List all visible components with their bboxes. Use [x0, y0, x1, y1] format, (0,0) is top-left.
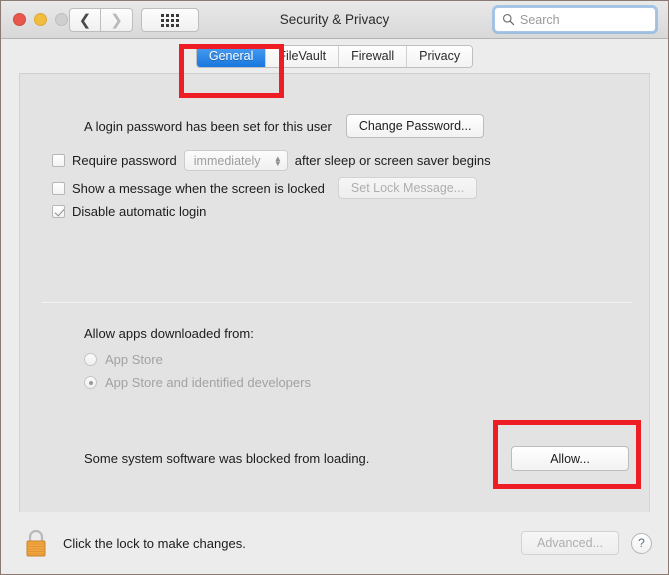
- allow-button[interactable]: Allow...: [511, 446, 629, 471]
- disable-automatic-login-checkbox[interactable]: [52, 205, 65, 218]
- blocked-software-message: Some system software was blocked from lo…: [84, 451, 370, 466]
- preference-tab-bar: General FileVault Firewall Privacy: [1, 39, 668, 73]
- bottom-bar-actions: Advanced... ?: [521, 531, 652, 555]
- allow-apps-title: Allow apps downloaded from:: [84, 326, 254, 341]
- help-button[interactable]: ?: [631, 532, 652, 554]
- tab-filevault[interactable]: FileVault: [266, 45, 340, 67]
- chevron-updown-icon: ▲ ▼: [273, 153, 282, 168]
- require-password-delay-value: immediately: [193, 153, 261, 168]
- general-pane: A login password has been set for this u…: [19, 73, 650, 513]
- section-divider: [42, 302, 632, 303]
- require-password-checkbox[interactable]: [52, 154, 65, 167]
- search-icon: [502, 13, 515, 26]
- tab-firewall[interactable]: Firewall: [339, 45, 408, 67]
- advanced-button: Advanced...: [521, 531, 619, 555]
- require-password-suffix-label: after sleep or screen saver begins: [294, 153, 491, 168]
- lock-hint-text: Click the lock to make changes.: [63, 535, 246, 551]
- locked-padlock-icon[interactable]: [23, 528, 49, 558]
- app-store-identified-developers-radio: [84, 376, 97, 389]
- require-password-delay-popup[interactable]: immediately ▲ ▼: [183, 150, 288, 171]
- app-store-label: App Store: [105, 352, 163, 367]
- security-privacy-window: ❮ ❯ Security & Privacy General FileVault…: [0, 0, 669, 575]
- lock-message-row: Show a message when the screen is locked…: [52, 177, 478, 199]
- login-password-row: A login password has been set for this u…: [84, 114, 485, 138]
- allow-apps-option-identified: App Store and identified developers: [84, 375, 311, 390]
- tab-group: General FileVault Firewall Privacy: [195, 44, 474, 68]
- require-password-label: Require password: [72, 153, 177, 168]
- allow-apps-option-appstore: App Store: [84, 352, 163, 367]
- disable-automatic-login-label: Disable automatic login: [72, 204, 207, 219]
- login-password-status: A login password has been set for this u…: [84, 118, 332, 134]
- show-lock-message-checkbox[interactable]: [52, 181, 65, 195]
- app-store-identified-developers-label: App Store and identified developers: [105, 375, 311, 390]
- blocked-software-row: Some system software was blocked from lo…: [84, 446, 629, 471]
- window-bottom-bar: Click the lock to make changes. Advanced…: [1, 512, 668, 574]
- show-lock-message-label: Show a message when the screen is locked: [72, 180, 325, 196]
- tab-general[interactable]: General: [196, 45, 267, 67]
- app-store-radio: [84, 353, 97, 366]
- search-input[interactable]: [520, 12, 645, 27]
- change-password-button[interactable]: Change Password...: [345, 114, 485, 138]
- tab-privacy[interactable]: Privacy: [407, 45, 473, 67]
- disable-auto-login-row: Disable automatic login: [52, 204, 206, 219]
- set-lock-message-button: Set Lock Message...: [337, 177, 478, 199]
- window-titlebar: ❮ ❯ Security & Privacy: [1, 1, 668, 39]
- require-password-row: Require password immediately ▲ ▼ after sl…: [52, 150, 491, 171]
- search-field[interactable]: [494, 7, 656, 32]
